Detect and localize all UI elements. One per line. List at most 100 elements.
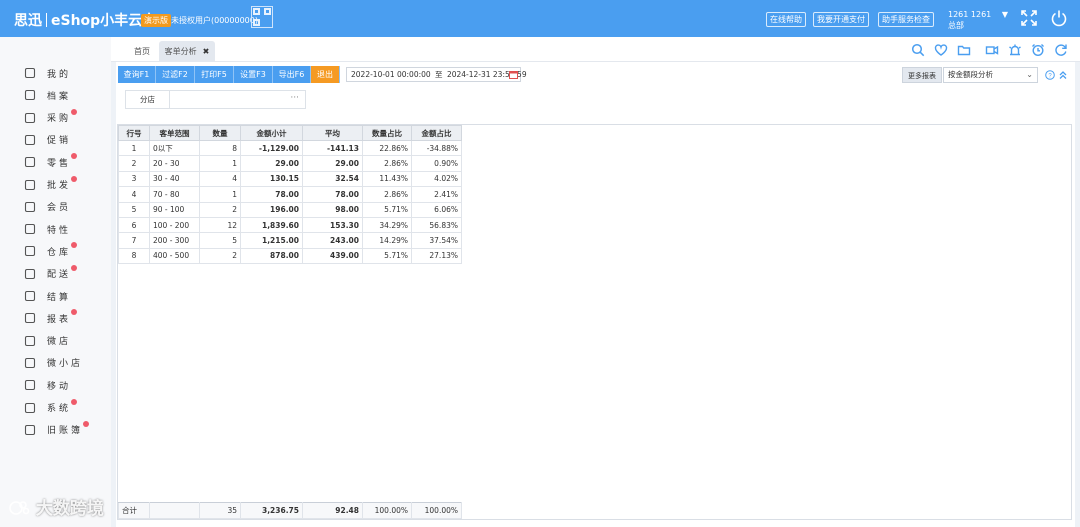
table-cell: 29.00 (240, 155, 303, 172)
table-cell: 2.86% (362, 186, 412, 203)
table-row[interactable]: 2 20 - 30 1 29.00 29.00 2.86% 0.90% (118, 155, 462, 172)
sidebar-item-11[interactable]: 报表 (24, 309, 77, 326)
close-tab-icon[interactable]: ✖ (203, 47, 210, 56)
refresh-icon[interactable] (1054, 43, 1068, 57)
total-cell: 35 (199, 502, 241, 519)
sidebar-item-8[interactable]: 仓库 (24, 242, 77, 259)
table-row[interactable]: 8 400 - 500 2 878.00 439.00 5.71% 27.13% (118, 247, 462, 265)
column-header[interactable]: 数量 (199, 125, 241, 141)
order-range-table: 行号 客单范围 数量 金额小计 平均 数量占比 金额占比 1 0以下 8 -1,129.00 -14… (118, 125, 462, 265)
column-header[interactable]: 金额小计 (240, 125, 303, 141)
table-row[interactable]: 6 100 - 200 12 1,839.60 153.30 34.29% 56.83% (118, 216, 462, 234)
sidebar-item-3[interactable]: 促销 (24, 132, 71, 148)
sidebar-item-14[interactable]: 移动 (24, 377, 71, 393)
settlement-icon (24, 290, 36, 302)
sidebar-item-10[interactable]: 结算 (24, 288, 71, 304)
fullscreen-icon[interactable] (1020, 9, 1038, 27)
total-table: 合计 35 3,236.75 92.48 100.00% 100.00% (118, 502, 462, 519)
sidebar-item-6[interactable]: 会员 (24, 199, 71, 215)
retail-bag-icon (24, 157, 36, 168)
notification-dot (71, 309, 77, 316)
table-row[interactable]: 3 30 - 40 4 130.15 32.54 11.43% 4.02% (118, 170, 462, 188)
column-header[interactable]: 平均 (302, 125, 363, 141)
table-cell: 20 - 30 (149, 155, 200, 172)
sidebar-item-4[interactable]: 零售 (24, 153, 77, 170)
sidebar-item-13[interactable]: 微小店 (24, 355, 83, 371)
search-icon[interactable] (911, 43, 925, 57)
table-cell: 5 (118, 201, 150, 218)
report-icon (24, 313, 36, 324)
tab-order-analysis-label: 客单分析 (164, 47, 197, 56)
export-button[interactable]: 导出F6 (273, 66, 311, 83)
total-cell: 92.48 (302, 502, 363, 519)
video-icon[interactable] (985, 43, 999, 57)
sidebar-item-label: 促销 (47, 136, 72, 147)
notification-dot (71, 398, 77, 405)
notification-dot (71, 242, 77, 249)
column-header[interactable]: 客单范围 (149, 125, 200, 141)
table-cell: 2 (118, 155, 150, 172)
more-options-icon[interactable]: ··· (290, 91, 299, 106)
table-row[interactable]: 4 70 - 80 1 78.00 78.00 2.86% 2.41% (118, 186, 462, 203)
report-type-select[interactable]: 按金额段分析 ⌄ (943, 67, 1038, 83)
alert-bell-icon[interactable] (1008, 43, 1022, 57)
table-cell: 30 - 40 (149, 170, 200, 188)
sidebar-item-7[interactable]: 特性 (24, 221, 71, 237)
sidebar-item-0[interactable]: 我的 (24, 65, 71, 81)
column-header[interactable]: 数量占比 (362, 125, 412, 141)
sidebar-item-12[interactable]: 微店 (24, 333, 71, 349)
assistant-service-check-button[interactable]: 助手服务检查 (878, 12, 934, 27)
online-help-button[interactable]: 在线帮助 (766, 12, 806, 27)
table-row[interactable]: 7 200 - 300 5 1,215.00 243.00 14.29% 37.54% (118, 232, 462, 249)
table-cell: 90 - 100 (149, 201, 200, 218)
account-menu[interactable]: 1261 1261 ▼ 总部 (948, 9, 1008, 31)
table-cell: 1,839.60 (240, 216, 303, 234)
tab-home[interactable]: 首页 (121, 41, 163, 62)
sidebar-item-label: 微小店 (47, 359, 84, 370)
tab-order-analysis[interactable]: 客单分析 ✖ (159, 41, 215, 62)
ledger-icon (24, 424, 36, 435)
column-header[interactable]: 行号 (118, 125, 150, 141)
query-button[interactable]: 查询F1 (118, 66, 156, 83)
settings-button[interactable]: 设置F3 (234, 66, 273, 83)
folder-icon[interactable] (957, 43, 971, 57)
print-button[interactable]: 打印F5 (195, 66, 234, 83)
sidebar-item-1[interactable]: 档案 (24, 87, 71, 103)
date-range-field[interactable]: 2022-10-01 00:00:00 至 2024-12-31 23:59:5… (346, 67, 527, 82)
help-icon[interactable]: ? (1045, 70, 1055, 80)
table-row[interactable]: 5 90 - 100 2 196.00 98.00 5.71% 6.06% (118, 201, 462, 218)
table-cell: 243.00 (302, 232, 363, 249)
enable-payment-button[interactable]: 我要开通支付 (813, 12, 869, 27)
sidebar-item-2[interactable]: 采购 (24, 108, 77, 126)
power-icon[interactable] (1050, 9, 1068, 27)
favorite-heart-icon[interactable] (934, 43, 948, 57)
branch-filter[interactable]: 分店 ··· (125, 90, 306, 109)
license-user-info: 未授权用户(00000000) (171, 16, 258, 25)
table-cell: 130.15 (240, 170, 303, 188)
table-cell: 37.54% (411, 232, 462, 249)
feature-icon (24, 224, 36, 235)
table-cell: 0.90% (411, 155, 462, 172)
table-cell: 4 (199, 170, 241, 188)
column-header[interactable]: 金额占比 (411, 125, 462, 141)
report-type-value: 按金额段分析 (948, 70, 993, 79)
sidebar-item-15[interactable]: 系统 (24, 398, 77, 416)
table-cell: 1 (199, 155, 241, 172)
sidebar-item-label: 移动 (47, 381, 72, 392)
branch-filter-label: 分店 (126, 91, 170, 108)
exit-button[interactable]: 退出 (311, 66, 340, 83)
sidebar-item-9[interactable]: 配送 (24, 264, 77, 282)
calendar-icon[interactable] (509, 70, 518, 79)
account-caret-icon: ▼ (1001, 10, 1008, 19)
qr-code-icon[interactable] (251, 6, 273, 28)
sidebar-item-16[interactable]: 旧账簿 (24, 420, 89, 438)
table-cell: 11.43% (362, 170, 412, 188)
more-reports-button[interactable]: 更多报表 (902, 67, 942, 83)
sidebar-item-5[interactable]: 批发 (24, 175, 77, 193)
table-cell: 7 (118, 232, 150, 249)
table-cell: 5.71% (362, 201, 412, 218)
filter-button[interactable]: 过滤F2 (156, 66, 195, 83)
alarm-clock-icon[interactable] (1031, 43, 1045, 57)
table-row[interactable]: 1 0以下 8 -1,129.00 -141.13 22.86% -34.88% (118, 139, 462, 157)
collapse-up-icon[interactable] (1058, 70, 1068, 80)
